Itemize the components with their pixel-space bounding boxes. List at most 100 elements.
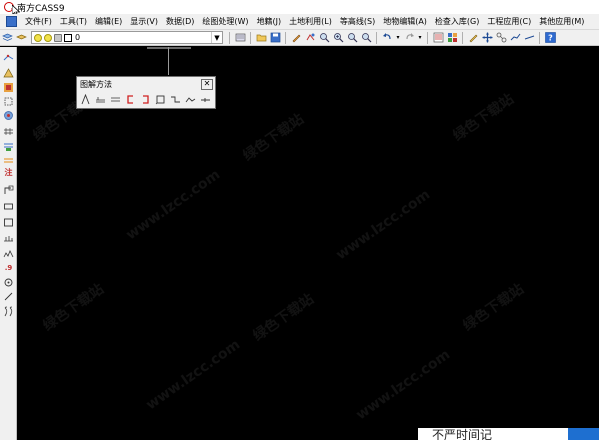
document-menu-icon[interactable] <box>6 16 17 27</box>
watermark-text: 绿色下载站 <box>460 281 527 335</box>
toolbar-separator <box>250 31 251 44</box>
elevation-label-icon[interactable]: .9 <box>2 262 15 274</box>
dock-handle[interactable] <box>147 47 191 49</box>
layer-states-icon[interactable] <box>15 32 27 44</box>
measure-icon[interactable] <box>495 32 507 44</box>
redo-dropdown-icon[interactable]: ▾ <box>417 32 423 44</box>
undo-icon[interactable] <box>381 32 393 44</box>
design-center-icon[interactable] <box>446 32 458 44</box>
watermark-text: 绿色下载站 <box>240 111 307 165</box>
water-system-icon[interactable] <box>2 140 15 152</box>
pipeline-icon[interactable] <box>2 184 15 196</box>
dock-connector-line <box>168 47 169 75</box>
menu-bar: 文件(F) 工具(T) 编辑(E) 显示(V) 数据(D) 绘图处理(W) 地籍… <box>0 14 599 30</box>
pan-move-icon[interactable] <box>481 32 493 44</box>
redo-icon[interactable] <box>403 32 415 44</box>
standard-toolbar: 0 ▼ ▾ ▾ ? <box>0 30 599 46</box>
lock-icon <box>54 33 62 42</box>
properties-icon[interactable] <box>432 32 444 44</box>
redraw-icon[interactable] <box>304 32 316 44</box>
draw-pen-icon[interactable] <box>467 32 479 44</box>
terrain-icon[interactable] <box>2 248 15 260</box>
grid-select-icon[interactable] <box>2 95 15 107</box>
graphic-method-palette: 图解方法 ✕ <box>76 76 216 109</box>
menu-cadastre[interactable]: 地籍(J) <box>253 16 286 27</box>
watermark-url: www.lzcc.com <box>143 336 244 414</box>
layer-dropdown[interactable]: 0 ▼ <box>31 31 223 44</box>
step-line-icon[interactable] <box>169 93 182 106</box>
help-icon[interactable]: ? <box>544 32 556 44</box>
sun-icon <box>44 33 52 42</box>
toolbar-separator <box>376 31 377 44</box>
arc-line-icon[interactable] <box>184 93 197 106</box>
menu-feature-edit[interactable]: 地物编辑(A) <box>379 16 431 27</box>
road-icon[interactable] <box>2 125 15 137</box>
close-icon[interactable]: ✕ <box>201 78 213 90</box>
open-folder-icon[interactable] <box>255 32 267 44</box>
title-bar: 南方CASS9 <box>0 0 599 14</box>
menu-contour[interactable]: 等高线(S) <box>336 16 379 27</box>
window-title: 南方CASS9 <box>17 3 65 14</box>
rectangle-icon[interactable] <box>2 200 15 212</box>
zoom-window-icon[interactable] <box>346 32 358 44</box>
palette-tools <box>77 91 215 108</box>
menu-land-use[interactable]: 土地利用(L) <box>285 16 336 27</box>
menu-file[interactable]: 文件(F) <box>21 16 56 27</box>
zoom-previous-icon[interactable] <box>360 32 372 44</box>
menu-check-import[interactable]: 检查入库(G) <box>431 16 483 27</box>
curve-icon[interactable] <box>2 305 15 317</box>
notification-popup: 不严时间记 <box>418 428 568 440</box>
save-icon[interactable] <box>269 32 281 44</box>
chevron-down-icon[interactable]: ▼ <box>211 32 222 43</box>
layers-icon[interactable] <box>1 32 13 44</box>
pencil-icon[interactable] <box>290 32 302 44</box>
annotation-icon[interactable]: 注 <box>2 166 15 178</box>
color-swatch-icon <box>64 33 72 42</box>
boundary-icon[interactable] <box>2 154 15 166</box>
parallel-line-icon[interactable] <box>109 93 122 106</box>
residence-icon[interactable] <box>2 109 15 121</box>
svg-text:?: ? <box>548 34 553 43</box>
toolbar-separator <box>427 31 428 44</box>
offset-line-icon[interactable] <box>94 93 107 106</box>
points-icon[interactable] <box>2 53 15 65</box>
layer-name-value: 0 <box>75 33 81 42</box>
menu-data[interactable]: 数据(D) <box>162 16 198 27</box>
notification-action-button[interactable] <box>568 428 599 440</box>
polyline-icon[interactable] <box>509 32 521 44</box>
menu-edit[interactable]: 编辑(E) <box>91 16 126 27</box>
zoom-realtime-icon[interactable] <box>318 32 330 44</box>
menu-view[interactable]: 显示(V) <box>126 16 162 27</box>
watermark-url: www.lzcc.com <box>333 186 434 264</box>
slash-line-icon[interactable] <box>2 290 15 302</box>
watermark-text: 绿色下载站 <box>40 281 107 335</box>
palette-title: 图解方法 <box>80 79 112 89</box>
lightbulb-icon <box>34 33 42 42</box>
line-icon[interactable] <box>523 32 535 44</box>
menu-drawing[interactable]: 绘图处理(W) <box>198 16 252 27</box>
match-layer-icon[interactable] <box>234 32 246 44</box>
frame-icon[interactable] <box>2 216 15 228</box>
zoom-in-icon[interactable] <box>332 32 344 44</box>
left-draw-toolbar: 注 .9 <box>0 47 17 440</box>
notification-text: 不严时间记 <box>432 428 493 440</box>
toolbar-separator <box>462 31 463 44</box>
undo-dropdown-icon[interactable]: ▾ <box>395 32 401 44</box>
target-point-icon[interactable] <box>2 276 15 288</box>
menu-other[interactable]: 其他应用(M) <box>535 16 588 27</box>
square-corner-icon[interactable] <box>154 93 167 106</box>
extend-line-icon[interactable] <box>199 93 212 106</box>
menu-tools[interactable]: 工具(T) <box>56 16 91 27</box>
watermark-text: 绿色下载站 <box>250 291 317 345</box>
menu-engineering[interactable]: 工程应用(C) <box>483 16 535 27</box>
bracket-right-icon[interactable] <box>139 93 152 106</box>
control-point-icon[interactable] <box>2 67 15 79</box>
angle-tool-icon[interactable] <box>79 93 92 106</box>
palette-titlebar[interactable]: 图解方法 ✕ <box>77 77 215 91</box>
elevation-point-icon[interactable] <box>2 81 15 93</box>
vegetation-icon[interactable] <box>2 232 15 244</box>
watermark-url: www.lzcc.com <box>353 346 454 424</box>
watermark-text: 绿色下载站 <box>450 91 517 145</box>
toolbar-separator <box>229 31 230 44</box>
bracket-left-icon[interactable] <box>124 93 137 106</box>
